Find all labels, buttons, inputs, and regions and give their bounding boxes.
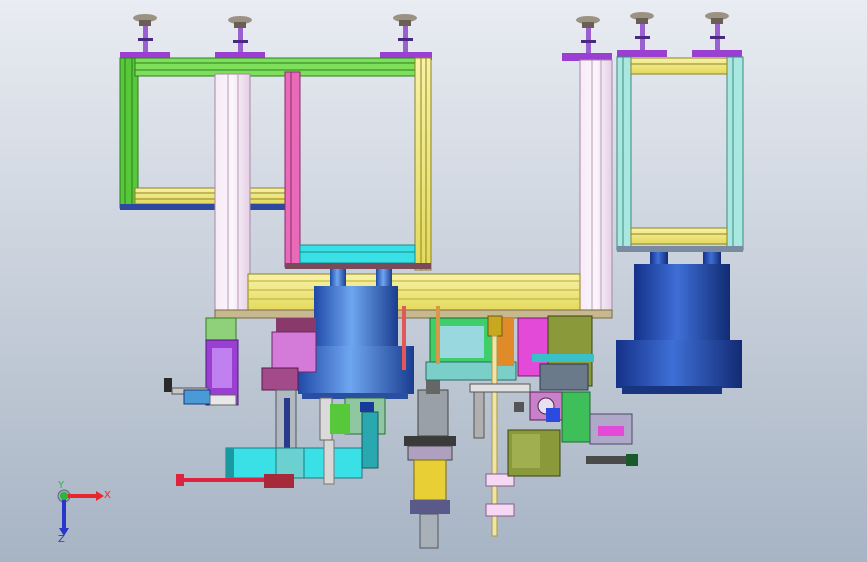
z-axis-label: Z — [58, 534, 65, 545]
orientation-triad: X Y Z — [57, 480, 111, 545]
x-axis-arrowhead — [96, 491, 104, 501]
y-axis-label: Y — [57, 480, 65, 491]
cad-viewport[interactable]: X Y Z — [0, 0, 867, 562]
y-axis-marker — [60, 492, 68, 500]
main-beam — [214, 273, 613, 319]
right-cylinder — [616, 252, 742, 394]
x-axis-label: X — [104, 490, 111, 501]
assembly-model[interactable] — [0, 0, 867, 562]
